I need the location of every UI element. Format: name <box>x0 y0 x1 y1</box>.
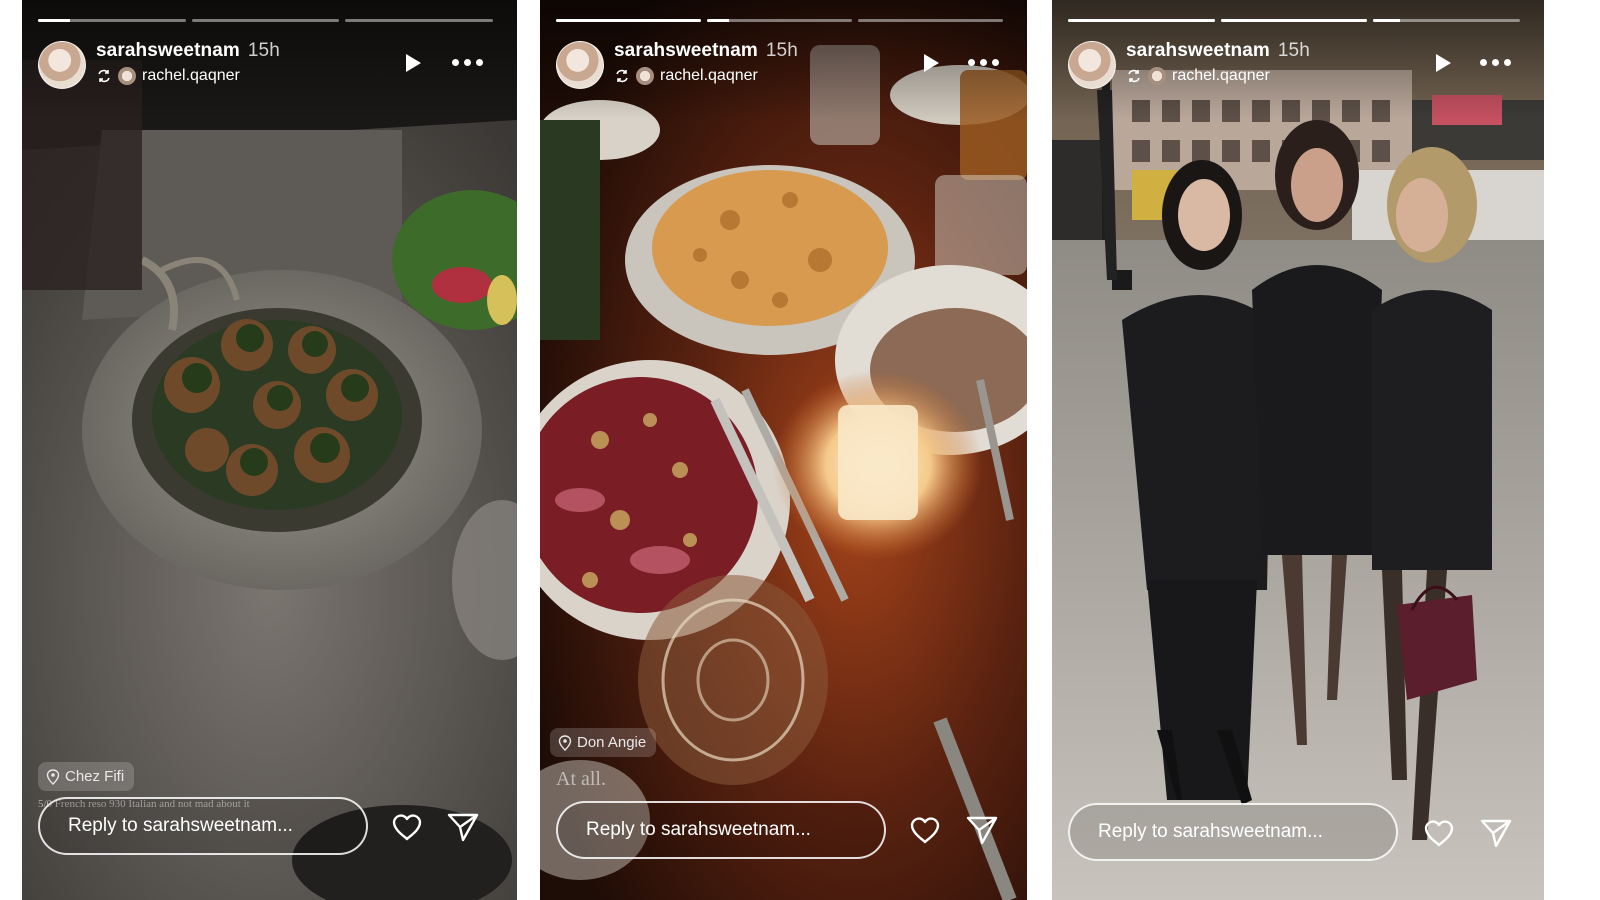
location-name: Don Angie <box>577 734 647 751</box>
progress-segment <box>556 19 701 22</box>
heart-icon[interactable] <box>1422 816 1456 850</box>
repost-icon <box>98 69 110 83</box>
repost-attribution[interactable]: rachel.qaqner <box>614 67 758 85</box>
story-panel-2[interactable]: sarahsweetnam 15h rachel.qaqner Don Angie… <box>540 0 1027 900</box>
username[interactable]: sarahsweetnam <box>96 40 240 61</box>
story-panel-3[interactable]: sarahsweetnam 15h rachel.qaqner Reply to … <box>1052 0 1544 900</box>
story-header-username[interactable]: sarahsweetnam 15h <box>96 40 280 62</box>
send-icon[interactable] <box>1479 816 1513 850</box>
story-time: 15h <box>765 40 798 61</box>
progress-segment <box>191 19 340 22</box>
story-photo-street-group <box>1052 0 1544 900</box>
progress-segment <box>858 19 1003 22</box>
reply-input[interactable]: Reply to sarahsweetnam... <box>38 797 368 855</box>
repost-attribution[interactable]: rachel.qaqner <box>1126 67 1270 85</box>
progress-segment <box>1068 19 1215 22</box>
story-caption: At all. <box>556 768 606 790</box>
heart-icon[interactable] <box>390 810 424 844</box>
story-time: 15h <box>247 40 280 61</box>
username[interactable]: sarahsweetnam <box>614 40 758 61</box>
user-avatar[interactable] <box>556 41 604 89</box>
repost-username[interactable]: rachel.qaqner <box>1172 67 1270 85</box>
send-icon[interactable] <box>446 810 480 844</box>
repost-username[interactable]: rachel.qaqner <box>660 67 758 85</box>
send-icon[interactable] <box>965 813 999 847</box>
heart-icon[interactable] <box>908 813 942 847</box>
play-icon[interactable] <box>1432 52 1454 74</box>
more-icon[interactable] <box>968 59 999 66</box>
progress-segment <box>707 19 852 22</box>
progress-segment <box>345 19 494 22</box>
reply-input[interactable]: Reply to sarahsweetnam... <box>1068 803 1398 861</box>
user-avatar[interactable] <box>1068 41 1116 89</box>
location-sticker[interactable]: Chez Fifi <box>38 762 135 791</box>
repost-icon <box>616 69 628 83</box>
location-sticker[interactable]: Don Angie <box>550 728 657 757</box>
repost-avatar <box>636 67 654 85</box>
more-icon[interactable] <box>452 59 483 66</box>
username[interactable]: sarahsweetnam <box>1126 40 1270 61</box>
progress-segment <box>38 19 186 22</box>
play-icon[interactable] <box>402 52 424 74</box>
location-pin-icon <box>558 734 572 751</box>
repost-avatar <box>118 67 136 85</box>
play-icon[interactable] <box>920 52 942 74</box>
repost-attribution[interactable]: rachel.qaqner <box>96 67 240 85</box>
user-avatar[interactable] <box>38 41 86 89</box>
repost-avatar <box>1148 67 1166 85</box>
story-time: 15h <box>1277 40 1310 61</box>
location-name: Chez Fifi <box>65 768 125 785</box>
repost-icon <box>1128 69 1140 83</box>
story-progress-bar <box>38 19 494 22</box>
progress-segment <box>1220 19 1368 22</box>
story-header-username[interactable]: sarahsweetnam 15h <box>1126 40 1310 62</box>
more-icon[interactable] <box>1480 59 1511 66</box>
story-progress-bar <box>1068 19 1521 22</box>
story-progress-bar <box>556 19 1003 22</box>
location-pin-icon <box>46 768 60 785</box>
progress-segment <box>1373 19 1521 22</box>
reply-input[interactable]: Reply to sarahsweetnam... <box>556 801 886 859</box>
repost-username[interactable]: rachel.qaqner <box>142 67 240 85</box>
story-panel-1[interactable]: sarahsweetnam 15h rachel.qaqner Chez Fifi… <box>22 0 517 900</box>
story-photo-dinner-table <box>540 0 1027 900</box>
story-header-username[interactable]: sarahsweetnam 15h <box>614 40 798 62</box>
